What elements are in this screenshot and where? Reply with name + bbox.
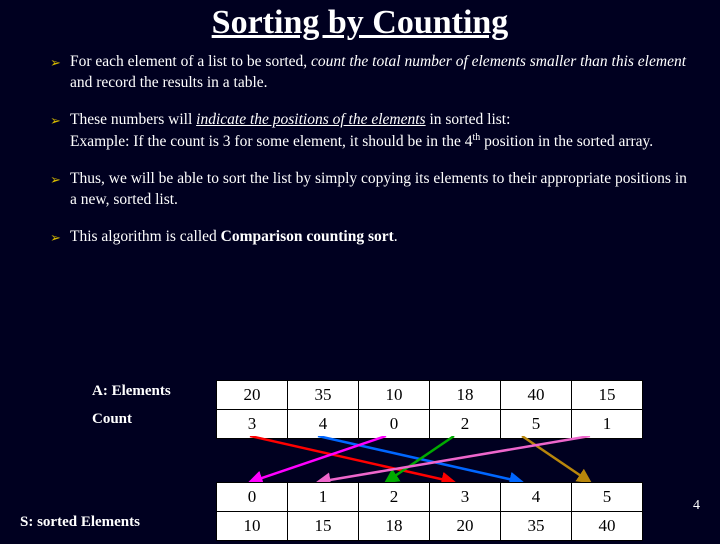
cell: 15 (288, 512, 359, 541)
cell: 10 (359, 381, 430, 410)
table-row: 20 35 10 18 40 15 (217, 381, 643, 410)
page-title: Sorting by Counting (0, 4, 720, 42)
text: These numbers will (70, 111, 196, 128)
cell: 2 (430, 410, 501, 439)
label-sorted-elements: S: sorted Elements (20, 514, 140, 531)
text: in sorted list: (426, 111, 511, 128)
text: Example: If the count is 3 for some elem… (70, 133, 472, 150)
bullet-3: Thus, we will be able to sort the list b… (50, 169, 692, 211)
text: position in the sorted array. (480, 133, 653, 150)
mapping-arrows (216, 436, 624, 482)
cell: 20 (430, 512, 501, 541)
cell: 18 (359, 512, 430, 541)
cell: 40 (572, 512, 643, 541)
cell: 15 (572, 381, 643, 410)
table-elements-count: 20 35 10 18 40 15 3 4 0 2 5 1 (216, 380, 643, 439)
bullet-1: For each element of a list to be sorted,… (50, 52, 692, 94)
bullet-4: This algorithm is called Comparison coun… (50, 227, 692, 248)
table-row: 0 1 2 3 4 5 (217, 483, 643, 512)
text: . (394, 228, 398, 245)
bullet-list: For each element of a list to be sorted,… (0, 52, 720, 248)
bullet-2: These numbers will indicate the position… (50, 110, 692, 153)
page-number: 4 (693, 498, 700, 514)
cell: 35 (501, 512, 572, 541)
cell: 4 (501, 483, 572, 512)
table-row: 10 15 18 20 35 40 (217, 512, 643, 541)
label-a-elements: A: Elements (92, 383, 171, 400)
text: For each element of a list to be sorted, (70, 53, 311, 70)
text-italic-underline: indicate the positions of the elements (196, 111, 425, 128)
cell: 18 (430, 381, 501, 410)
cell: 5 (572, 483, 643, 512)
cell: 3 (217, 410, 288, 439)
text: This algorithm is called (70, 228, 221, 245)
cell: 2 (359, 483, 430, 512)
label-count: Count (92, 411, 132, 428)
text: Thus, we will be able to sort the list b… (70, 170, 687, 208)
table-row: 3 4 0 2 5 1 (217, 410, 643, 439)
cell: 5 (501, 410, 572, 439)
text-bold: Comparison counting sort (221, 228, 394, 245)
cell: 35 (288, 381, 359, 410)
cell: 1 (572, 410, 643, 439)
cell: 0 (359, 410, 430, 439)
cell: 4 (288, 410, 359, 439)
cell: 1 (288, 483, 359, 512)
cell: 0 (217, 483, 288, 512)
cell: 10 (217, 512, 288, 541)
table-sorted: 0 1 2 3 4 5 10 15 18 20 35 40 (216, 482, 643, 541)
text: and record the results in a table. (70, 74, 268, 91)
cell: 20 (217, 381, 288, 410)
cell: 40 (501, 381, 572, 410)
text-italic: count the total number of elements small… (311, 53, 686, 70)
cell: 3 (430, 483, 501, 512)
